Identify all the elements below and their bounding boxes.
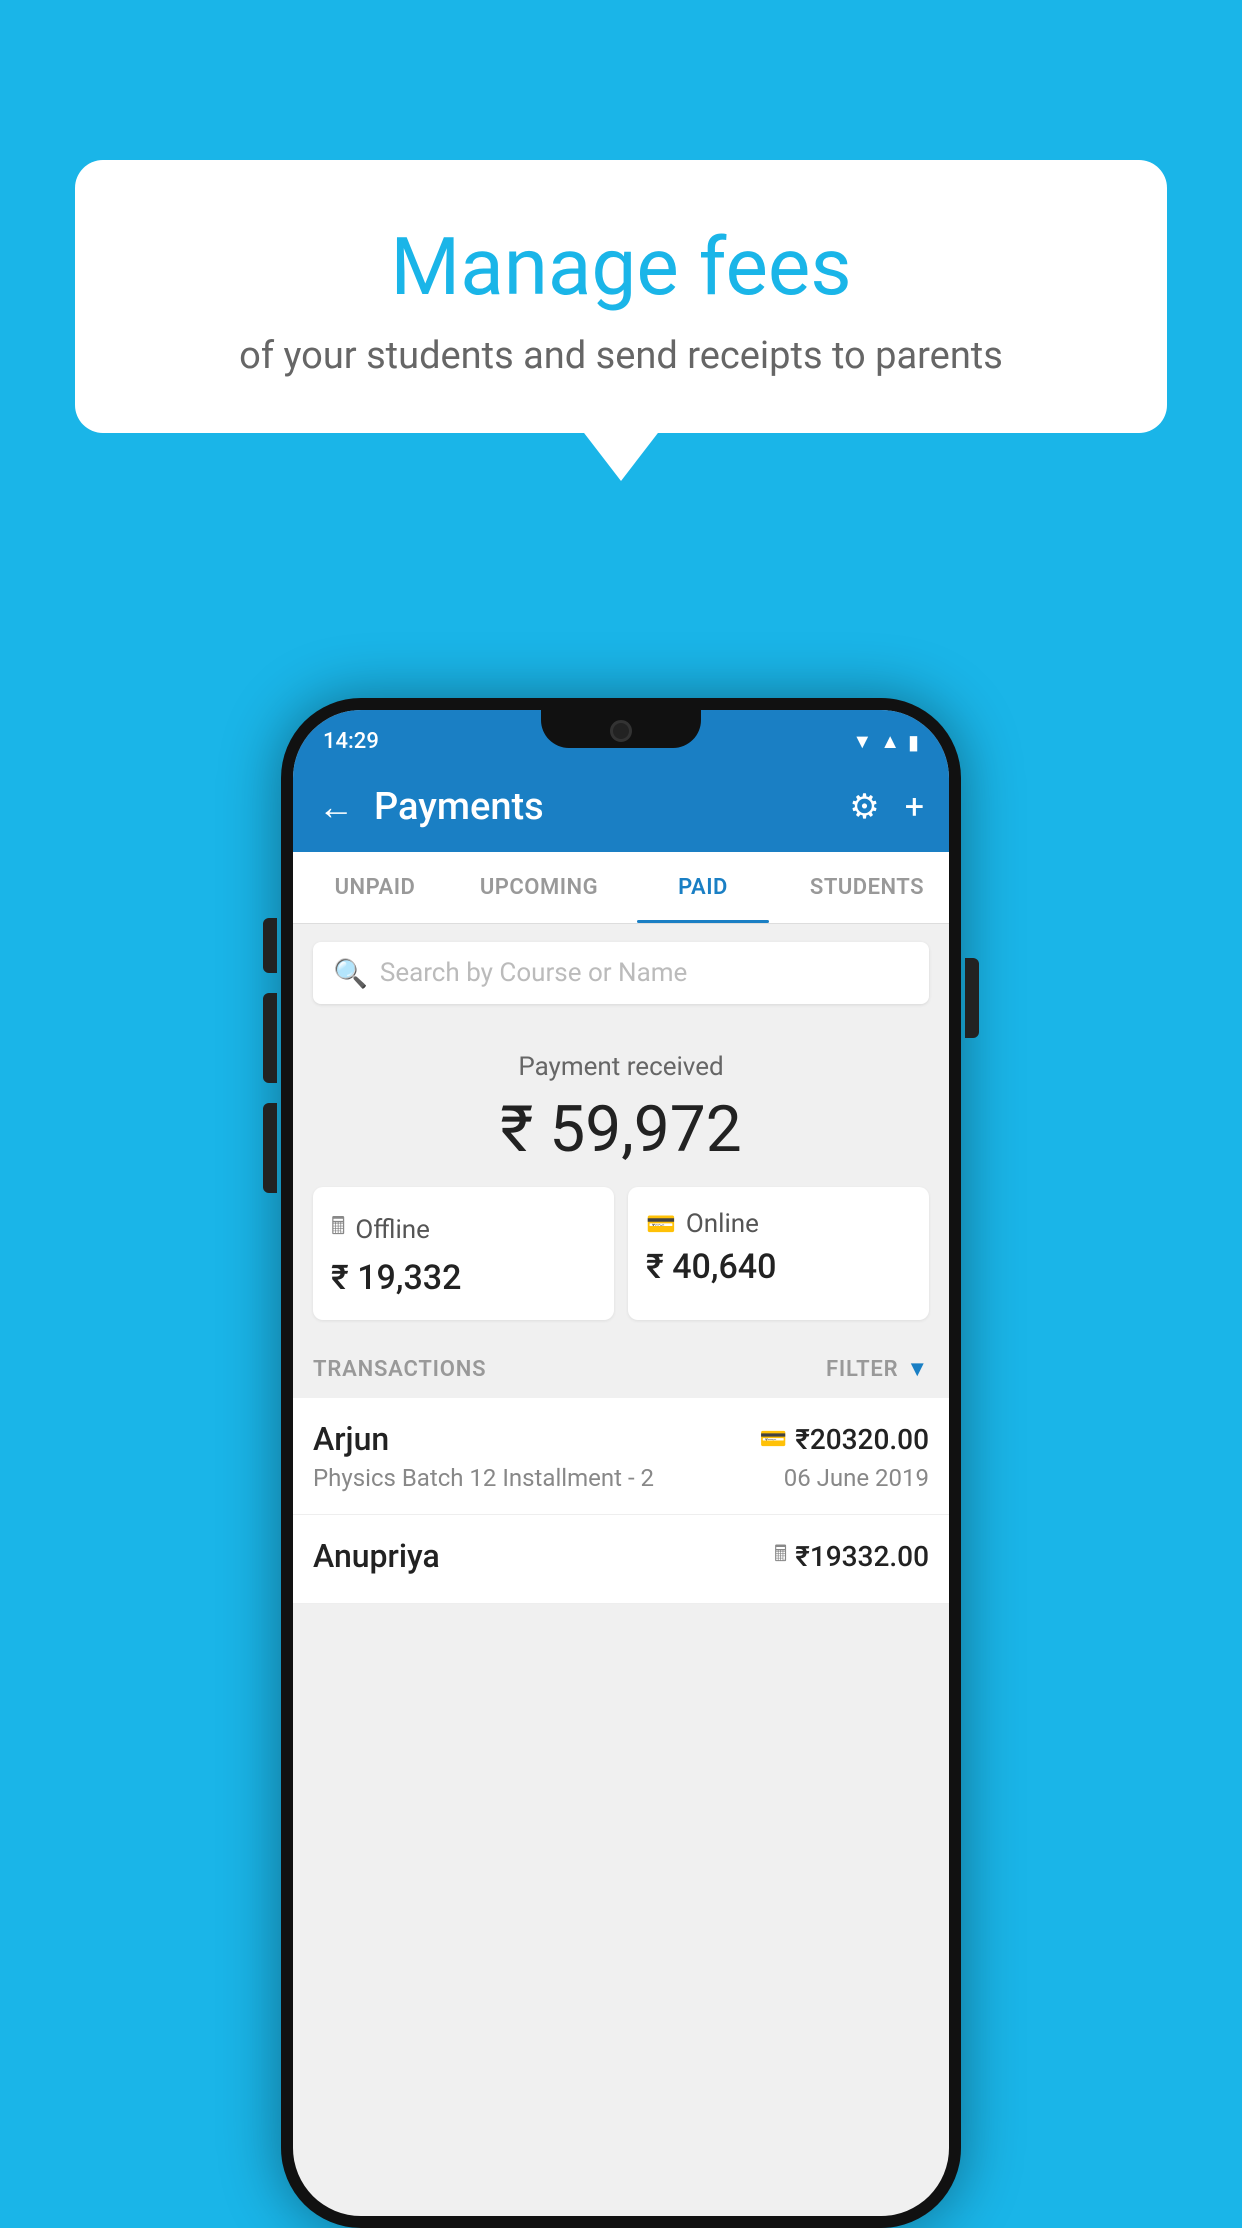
status-time: 14:29 — [323, 729, 379, 754]
online-payment-card: 💳 Online ₹ 40,640 — [628, 1187, 929, 1320]
transaction-amount-1: ₹20320.00 — [795, 1423, 929, 1456]
offline-amount: ₹ 19,332 — [331, 1258, 596, 1298]
manage-fees-title: Manage fees — [125, 220, 1117, 314]
payment-cards: 🖩 Offline ₹ 19,332 💳 Online ₹ 40,640 — [293, 1187, 949, 1340]
background: Manage fees of your students and send re… — [0, 0, 1242, 2208]
card-payment-icon-1: 💳 — [760, 1427, 787, 1452]
mute-button — [263, 918, 277, 973]
power-button — [965, 958, 979, 1038]
phone-camera — [610, 720, 632, 742]
payment-total-amount: ₹ 59,972 — [313, 1092, 929, 1167]
phone-screen: 14:29 ▼ ▲ ▮ ← Payments ⚙ + UNPAID — [293, 710, 949, 2216]
status-icons: ▼ ▲ ▮ — [852, 729, 919, 754]
offline-payment-icon-2: 🖩 — [774, 1537, 787, 1575]
transaction-date-1: 06 June 2019 — [784, 1464, 929, 1492]
transaction-item-anupriya[interactable]: Anupriya 🖩 ₹19332.00 — [293, 1515, 949, 1604]
add-button[interactable]: + — [905, 787, 924, 827]
online-icon: 💳 — [646, 1210, 676, 1238]
phone-frame: 14:29 ▼ ▲ ▮ ← Payments ⚙ + UNPAID — [281, 698, 961, 2228]
transactions-label: TRANSACTIONS — [313, 1357, 486, 1382]
tab-upcoming[interactable]: UPCOMING — [457, 852, 621, 923]
transaction-amount-row-2: 🖩 ₹19332.00 — [774, 1537, 929, 1575]
search-placeholder: Search by Course or Name — [380, 958, 687, 988]
transaction-item-arjun[interactable]: Arjun 💳 ₹20320.00 Physics Batch 12 Insta… — [293, 1398, 949, 1515]
transactions-header: TRANSACTIONS FILTER ▼ — [293, 1340, 949, 1398]
app-bar: ← Payments ⚙ + — [293, 762, 949, 852]
payment-received-section: Payment received ₹ 59,972 — [293, 1022, 949, 1187]
volume-down-button — [263, 1103, 277, 1193]
tab-students[interactable]: STUDENTS — [785, 852, 949, 923]
payment-received-label: Payment received — [313, 1052, 929, 1082]
offline-label: Offline — [355, 1215, 430, 1245]
transaction-amount-2: ₹19332.00 — [795, 1540, 929, 1573]
offline-payment-card: 🖩 Offline ₹ 19,332 — [313, 1187, 614, 1320]
wifi-icon: ▼ — [852, 729, 872, 754]
transaction-name-2: Anupriya — [313, 1537, 440, 1575]
filter-button[interactable]: FILTER ▼ — [826, 1356, 929, 1382]
filter-icon: ▼ — [906, 1356, 929, 1382]
volume-up-button — [263, 993, 277, 1083]
transaction-amount-row-1: 💳 ₹20320.00 — [760, 1423, 929, 1456]
signal-icon: ▲ — [880, 729, 900, 754]
manage-fees-subtitle: of your students and send receipts to pa… — [125, 334, 1117, 378]
offline-icon: 🖩 — [331, 1209, 345, 1250]
online-amount: ₹ 40,640 — [646, 1247, 911, 1287]
app-bar-title: Payments — [374, 785, 829, 829]
tab-paid[interactable]: PAID — [621, 852, 785, 923]
transaction-name-1: Arjun — [313, 1420, 389, 1458]
app-bar-actions: ⚙ + — [849, 787, 924, 827]
transaction-desc-1: Physics Batch 12 Installment - 2 — [313, 1464, 654, 1492]
online-label: Online — [686, 1209, 759, 1239]
tabs: UNPAID UPCOMING PAID STUDENTS — [293, 852, 949, 924]
search-bar[interactable]: 🔍 Search by Course or Name — [313, 942, 929, 1004]
phone-notch — [541, 710, 701, 748]
settings-button[interactable]: ⚙ — [849, 787, 879, 827]
filter-label: FILTER — [826, 1357, 898, 1382]
content-area: 🔍 Search by Course or Name Payment recei… — [293, 942, 949, 1604]
search-icon: 🔍 — [333, 957, 368, 990]
tab-unpaid[interactable]: UNPAID — [293, 852, 457, 923]
back-button[interactable]: ← — [318, 786, 354, 828]
speech-bubble: Manage fees of your students and send re… — [75, 160, 1167, 433]
battery-icon: ▮ — [908, 730, 919, 754]
